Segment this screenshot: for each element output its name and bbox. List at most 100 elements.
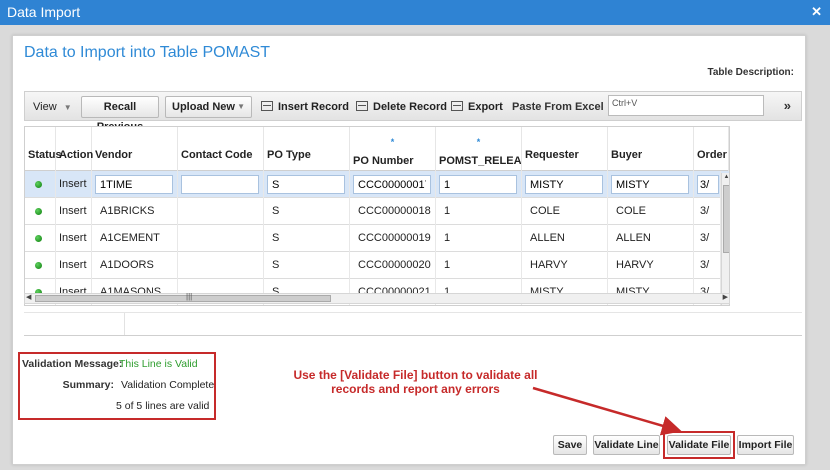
requester-cell[interactable]: COLE: [522, 198, 608, 225]
column-header-label: Contact Code: [181, 149, 253, 161]
chevron-down-icon: ▼: [237, 102, 245, 111]
validation-message-label: Validation Message:: [22, 358, 123, 370]
status-valid-icon: [35, 235, 42, 242]
save-button[interactable]: Save: [553, 435, 587, 455]
buyer-input[interactable]: [611, 175, 689, 194]
delete-record-button[interactable]: Delete Record: [356, 98, 447, 116]
release-cell[interactable]: 1: [436, 225, 522, 252]
recall-previous-button[interactable]: Recall Previous: [81, 96, 159, 133]
table-row[interactable]: Insert A1DOORS S CCC00000020 1 HARVY HAR…: [25, 252, 729, 279]
vendor-cell[interactable]: A1DOORS: [92, 252, 178, 279]
requester-cell[interactable]: ALLEN: [522, 225, 608, 252]
po-number-cell[interactable]: CCC00000019: [350, 225, 436, 252]
po-number-cell[interactable]: [350, 171, 436, 198]
scroll-right-icon[interactable]: ▶: [723, 293, 728, 301]
vendor-cell[interactable]: A1BRICKS: [92, 198, 178, 225]
view-menu[interactable]: View ▼: [33, 98, 72, 116]
contact-code-cell[interactable]: [178, 198, 264, 225]
table-row[interactable]: Insert A1CEMENT S CCC00000019 1 ALLEN AL…: [25, 225, 729, 252]
buyer-cell[interactable]: ALLEN: [608, 225, 694, 252]
toolbar: View ▼ Recall Previous Upload New ▼ Inse…: [24, 91, 802, 133]
column-header-order[interactable]: Order: [694, 127, 729, 171]
requester-cell[interactable]: [522, 171, 608, 198]
po-type-cell[interactable]: [264, 171, 350, 198]
column-header-po-number[interactable]: * PO Number: [350, 127, 436, 171]
column-header-status[interactable]: Status: [25, 127, 62, 171]
order-input[interactable]: [697, 175, 719, 194]
po-type-cell[interactable]: S: [264, 198, 350, 225]
release-cell[interactable]: 1: [436, 198, 522, 225]
column-header-label: Requester: [525, 149, 579, 161]
buyer-cell[interactable]: HARVY: [608, 252, 694, 279]
order-cell[interactable]: 3/: [694, 252, 721, 279]
action-cell: Insert: [56, 198, 92, 225]
status-cell: [25, 171, 56, 198]
scroll-up-icon[interactable]: ▲: [722, 174, 729, 180]
table-row[interactable]: Insert: [25, 171, 729, 198]
export-button[interactable]: Export: [451, 98, 503, 116]
expand-icon[interactable]: »: [784, 98, 791, 113]
action-cell: Insert: [56, 225, 92, 252]
po-type-cell[interactable]: S: [264, 252, 350, 279]
delete-row-icon: [356, 101, 368, 111]
valid-lines-count: 5 of 5 lines are valid: [116, 400, 210, 412]
horizontal-scrollbar[interactable]: ◀ ||| ▶: [24, 292, 730, 304]
contact-code-input[interactable]: [181, 175, 259, 194]
status-valid-icon: [35, 208, 42, 215]
po-number-input[interactable]: [353, 175, 431, 194]
grid-header: Status Action Vendor Contact Code PO Typ…: [25, 127, 729, 171]
delete-record-label: Delete Record: [373, 101, 447, 113]
chevron-down-icon: ▼: [63, 103, 72, 112]
po-type-input[interactable]: [267, 175, 345, 194]
requester-input[interactable]: [525, 175, 603, 194]
import-panel: Data to Import into Table POMAST Table D…: [12, 35, 806, 465]
vertical-scrollbar[interactable]: ▲ ▼: [721, 173, 729, 305]
order-cell[interactable]: 3/: [694, 225, 721, 252]
column-header-vendor[interactable]: Vendor: [92, 127, 178, 171]
order-cell[interactable]: 3/: [694, 198, 721, 225]
required-marker: *: [476, 137, 481, 147]
paste-input[interactable]: Ctrl+V: [608, 95, 764, 116]
order-cell[interactable]: [694, 171, 721, 198]
contact-code-cell[interactable]: [178, 252, 264, 279]
column-header-action[interactable]: Action: [56, 127, 93, 171]
column-header-label: Buyer: [611, 149, 643, 161]
validate-file-button[interactable]: Validate File: [667, 435, 731, 455]
buyer-cell[interactable]: [608, 171, 694, 198]
validation-message-value: This Line is Valid: [119, 358, 198, 370]
horizontal-scroll-thumb[interactable]: |||: [35, 292, 331, 302]
close-icon[interactable]: ✕: [811, 5, 822, 19]
buyer-cell[interactable]: COLE: [608, 198, 694, 225]
contact-code-cell[interactable]: [178, 225, 264, 252]
po-number-cell[interactable]: CCC00000018: [350, 198, 436, 225]
paste-from-excel-label: Paste From Excel: [512, 101, 604, 113]
po-number-cell[interactable]: CCC00000020: [350, 252, 436, 279]
column-header-contact-code[interactable]: Contact Code: [178, 127, 264, 171]
release-cell[interactable]: 1: [436, 252, 522, 279]
release-input[interactable]: [439, 175, 517, 194]
table-row[interactable]: Insert A1BRICKS S CCC00000018 1 COLE COL…: [25, 198, 729, 225]
validate-line-button[interactable]: Validate Line: [593, 435, 660, 455]
vendor-input[interactable]: [95, 175, 173, 194]
status-cell: [25, 252, 56, 279]
vendor-cell[interactable]: [92, 171, 178, 198]
export-icon: [451, 101, 463, 111]
column-header-requester[interactable]: Requester: [522, 127, 608, 171]
contact-code-cell[interactable]: [178, 171, 264, 198]
action-cell: Insert: [56, 171, 92, 198]
scroll-left-icon[interactable]: ◀: [26, 293, 31, 301]
data-grid: Status Action Vendor Contact Code PO Typ…: [24, 126, 730, 306]
column-header-label: POMST_RELEASE_: [439, 155, 522, 167]
requester-cell[interactable]: HARVY: [522, 252, 608, 279]
upload-new-button[interactable]: Upload New ▼: [165, 96, 252, 118]
import-file-button[interactable]: Import File: [737, 435, 794, 455]
insert-record-label: Insert Record: [278, 101, 349, 113]
column-header-release[interactable]: * POMST_RELEASE_: [436, 127, 522, 171]
vertical-scroll-thumb[interactable]: [723, 185, 729, 253]
release-cell[interactable]: [436, 171, 522, 198]
column-header-buyer[interactable]: Buyer: [608, 127, 694, 171]
po-type-cell[interactable]: S: [264, 225, 350, 252]
column-header-po-type[interactable]: PO Type: [264, 127, 350, 171]
insert-record-button[interactable]: Insert Record: [261, 98, 349, 116]
vendor-cell[interactable]: A1CEMENT: [92, 225, 178, 252]
